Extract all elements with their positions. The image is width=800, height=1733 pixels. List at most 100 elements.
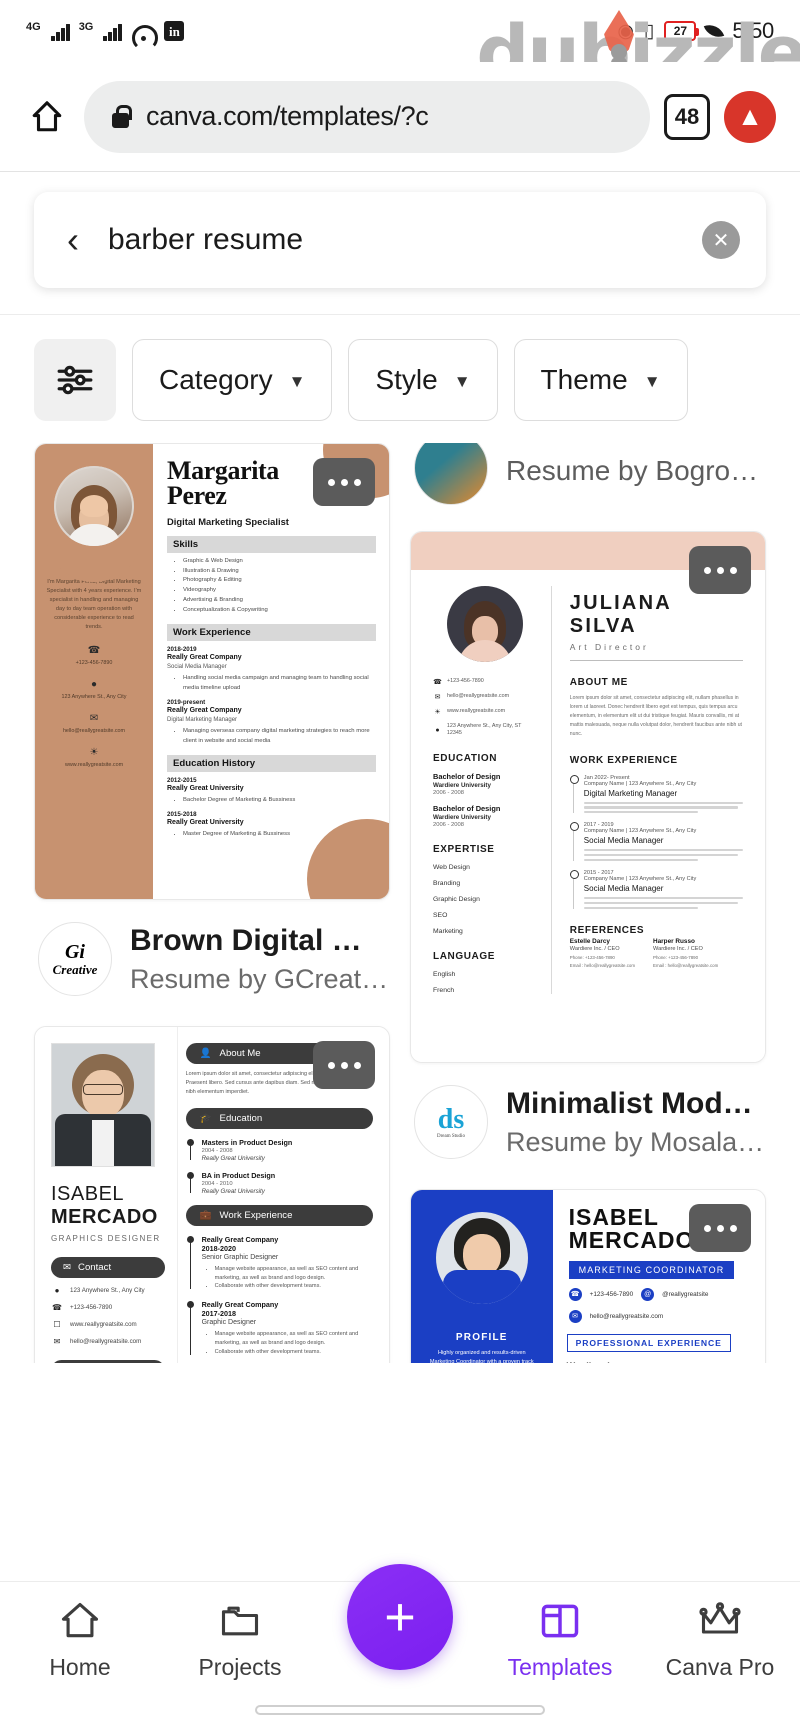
mail-icon: ✉ (89, 713, 99, 725)
company: Company Name | 123 Anywhere St., Any Cit… (583, 780, 697, 787)
close-icon[interactable]: ✕ (702, 221, 740, 259)
language-item: English (433, 971, 456, 979)
template-caption-minimalist-modern[interactable]: ds Dream Studio Minimalist Mod… Resume b… (410, 1063, 766, 1189)
section-heading-experience: PROFESSIONAL EXPERIENCE (566, 1333, 731, 1352)
degree: Bachelor of Design (433, 772, 501, 782)
chevron-down-icon: ▼ (643, 372, 661, 391)
location-icon: ● (54, 1286, 60, 1295)
status-bar: 4G 3G in ◉ ▯ 27 5:50 (0, 0, 800, 62)
more-options-icon[interactable] (313, 1041, 375, 1089)
about-text: Lorem ipsum dolor sit amet, consectetur … (569, 695, 742, 737)
more-options-icon[interactable] (689, 1204, 751, 1252)
signal-3g-icon (103, 24, 123, 41)
company: Wardiere Inc. (567, 1361, 753, 1363)
chevron-down-icon: ▼ (288, 372, 306, 391)
resume-name: JULIANA SILVA (569, 592, 672, 637)
filter-chip-category[interactable]: Category ▼ (132, 339, 333, 421)
skills-list: Graphic & Web Design Illustration & Draw… (183, 557, 376, 615)
list-item: Managing overseas company digital market… (183, 727, 376, 746)
education-entry: Masters in Product Design 2004 - 2008 Re… (186, 1138, 373, 1162)
template-card-brown-digital[interactable]: I'm Margarita Perez, Digital Marketing S… (34, 443, 390, 900)
tab-count-button[interactable]: 48 (664, 93, 710, 140)
chevron-left-icon[interactable]: ‹ (60, 222, 86, 258)
section-heading-education: Education History (167, 755, 376, 773)
resume-name-line1: ISABEL (51, 1183, 125, 1205)
arrow-up-circle-icon[interactable]: ▲ (724, 90, 776, 143)
location-icon: ● (90, 679, 98, 691)
plus-icon[interactable]: + (347, 1564, 453, 1670)
section-heading-expertise: EXPERTISE (433, 844, 495, 856)
template-card-isabel-blue[interactable]: ISABEL MERCADO MARKETING COORDINATOR ☎ +… (410, 1189, 766, 1363)
template-card-minimalist-modern[interactable]: ☎ +123-456-7890 ✉ hello@reallygreatsite.co… (410, 531, 766, 1063)
language-item: French (433, 987, 455, 995)
list-item: Graphic & Web Design (183, 557, 376, 567)
company: Company Name | 123 Anywhere St., Any Cit… (583, 828, 697, 835)
contact-email: hello@reallygreatsite.com (447, 693, 510, 700)
entry-years: 2015-2018 (167, 811, 197, 819)
reference-role: Wardiere Inc. / CEO (569, 945, 620, 952)
template-results-grid[interactable]: I'm Margarita Perez, Digital Marketing S… (0, 443, 800, 1363)
nav-item-canva-pro[interactable]: Canva Pro (640, 1598, 800, 1681)
home-icon (30, 100, 64, 134)
job-title: Digital Marketing Manager (583, 788, 678, 798)
template-card-isabel-grey[interactable]: ISABEL MERCADO GRAPHICS DESIGNER ✉ Conta… (34, 1026, 390, 1363)
gcreative-logo: Gi Creative (38, 922, 112, 996)
template-caption-brown-digital[interactable]: Gi Creative Brown Digital … Resume by GC… (34, 900, 390, 1026)
search-section: ‹ barber resume ✕ (0, 172, 800, 315)
sliders-icon[interactable] (34, 339, 116, 421)
nav-item-templates[interactable]: Templates (480, 1598, 640, 1681)
list-item: Collaborate with other development teams… (215, 1348, 373, 1357)
contact-email: hello@reallygreatsite.com (62, 728, 126, 735)
resume-preview-juliana: ☎ +123-456-7890 ✉ hello@reallygreatsite.co… (411, 532, 765, 1062)
filter-chip-style[interactable]: Style ▼ (348, 339, 498, 421)
job-title: Social Media Manager (583, 836, 664, 846)
list-item: Photography & Editing (183, 576, 376, 586)
search-box[interactable]: ‹ barber resume ✕ (34, 192, 766, 288)
vibrate-icon: ▯ (643, 20, 655, 42)
section-heading-work: WORK EXPERIENCE (569, 754, 678, 766)
contact-phone: +123-456-7890 (447, 678, 484, 685)
contact-address: 123 Anywhere St., Any City, ST 12345 (446, 723, 522, 737)
nav-item-home[interactable]: Home (0, 1598, 160, 1681)
search-input[interactable]: barber resume (108, 223, 680, 257)
crown-icon (698, 1598, 742, 1644)
contact-website: www.reallygreatsite.com (70, 1321, 137, 1328)
expertise-item: Marketing (433, 928, 463, 936)
address-bar[interactable]: canva.com/templates/?c (84, 80, 650, 153)
phone-icon: ☎ (52, 1303, 62, 1312)
entry-position: Digital Marketing Manager (167, 716, 238, 723)
linkedin-icon: in (164, 21, 185, 41)
section-heading-education: 🎓 Education (185, 1107, 373, 1129)
years: 2006 - 2008 (433, 790, 464, 797)
signal-4g-icon (50, 24, 70, 41)
folder-icon (218, 1598, 262, 1644)
dreamstudio-logo: ds Dream Studio (414, 1085, 488, 1159)
more-options-icon[interactable] (313, 458, 375, 506)
browser-home-button[interactable] (24, 94, 70, 140)
expertise-item: SEO (433, 912, 448, 920)
home-icon (58, 1598, 102, 1644)
filter-chip-theme[interactable]: Theme ▼ (513, 339, 688, 421)
school: Wardiere University (433, 814, 491, 822)
nav-item-projects[interactable]: Projects (160, 1598, 320, 1681)
logo-text: ds (437, 1103, 465, 1135)
nav-label: Templates (507, 1654, 613, 1680)
job-title: Social Media Manager (583, 884, 664, 894)
years: 2006 - 2008 (433, 822, 464, 829)
section-heading-language: LANGUAGE (433, 951, 496, 963)
contact-phone: +123-456-7890 (70, 1304, 113, 1311)
list-item: Advertising & Branding (183, 596, 376, 606)
template-caption-bogro-partial[interactable]: Resume by Bogro… (410, 443, 766, 531)
battery-icon: 27 (664, 21, 700, 41)
years: 2018-2020 (201, 1243, 236, 1253)
entry-years: 2019-present (167, 698, 206, 706)
gesture-bar[interactable] (255, 1705, 545, 1715)
section-heading-skills: ⚙ Skills (51, 1360, 165, 1363)
job-title: Senior Graphic Designer (201, 1253, 279, 1261)
phone-icon: ☎ (87, 645, 101, 657)
more-options-icon[interactable] (689, 546, 751, 594)
nav-item-create[interactable]: + (320, 1564, 480, 1670)
list-item: Handling social media campaign and manag… (183, 674, 376, 693)
school: Wardiere University (433, 782, 491, 790)
globe-icon: ☀ (434, 709, 441, 716)
